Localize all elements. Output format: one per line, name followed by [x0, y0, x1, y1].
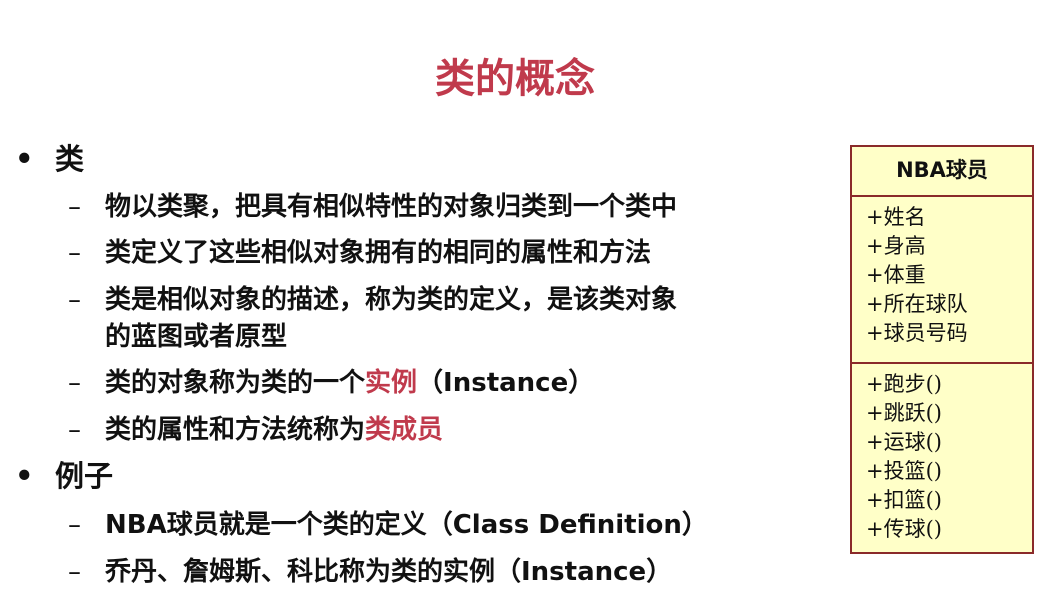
- uml-method: +传球(): [866, 517, 942, 541]
- sub-item-text: NBA球员就是一个类的定义（Class Definition）: [105, 510, 708, 540]
- uml-class-name: NBA球员: [852, 147, 1032, 197]
- sub-item: – 乔丹、詹姆斯、科比称为类的实例（Instance）: [68, 557, 673, 587]
- sub-item: – 类的对象称为类的一个实例（Instance）: [68, 368, 595, 398]
- uml-class-box: NBA球员 +姓名 +身高 +体重 +所在球队 +球员号码 +跑步() +跳跃(…: [850, 145, 1034, 554]
- highlight-instance: 实例: [365, 368, 418, 398]
- sub-item-text: 类的属性和方法统称为: [105, 415, 366, 445]
- bullet-label: 类: [55, 142, 85, 176]
- sub-item: – NBA球员就是一个类的定义（Class Definition）: [68, 510, 708, 540]
- uml-attribute: +姓名: [866, 205, 926, 229]
- sub-item-text: 乔丹、詹姆斯、科比称为类的实例（Instance）: [105, 557, 673, 587]
- uml-method: +跳跃(): [866, 401, 942, 425]
- uml-methods: +跑步() +跳跃() +运球() +投篮() +扣篮() +传球(): [852, 364, 1032, 544]
- sub-item-continuation: 的蓝图或者原型: [105, 322, 288, 352]
- uml-attribute: +球员号码: [866, 321, 968, 345]
- uml-attribute: +所在球队: [866, 292, 968, 316]
- uml-attributes: +姓名 +身高 +体重 +所在球队 +球员号码: [852, 197, 1032, 364]
- highlight-class-member: 类成员: [365, 415, 444, 445]
- sub-item-text: 类的对象称为类的一个: [105, 368, 366, 398]
- sub-item-text: 物以类聚，把具有相似特性的对象归类到一个类中: [105, 192, 678, 222]
- uml-method: +扣篮(): [866, 488, 942, 512]
- slide-title: 类的概念: [435, 56, 595, 102]
- sub-item: – 物以类聚，把具有相似特性的对象归类到一个类中: [68, 192, 678, 222]
- bullet-label: 例子: [55, 459, 114, 493]
- sub-item-text: 类是相似对象的描述，称为类的定义，是该类对象: [105, 285, 678, 315]
- bullet-example: • 例子: [15, 459, 114, 493]
- sub-item-text: 类定义了这些相似对象拥有的相同的属性和方法: [105, 238, 652, 268]
- uml-attribute: +身高: [866, 234, 926, 258]
- uml-method: +跑步(): [866, 372, 942, 396]
- sub-item-suffix: （Instance）: [417, 368, 595, 398]
- sub-item: – 类是相似对象的描述，称为类的定义，是该类对象: [68, 285, 678, 315]
- uml-attribute: +体重: [866, 263, 926, 287]
- sub-item: – 类的属性和方法统称为类成员: [68, 415, 444, 445]
- sub-item: – 类定义了这些相似对象拥有的相同的属性和方法: [68, 238, 652, 268]
- uml-method: +投篮(): [866, 459, 942, 483]
- bullet-class: • 类: [15, 142, 85, 176]
- uml-method: +运球(): [866, 430, 942, 454]
